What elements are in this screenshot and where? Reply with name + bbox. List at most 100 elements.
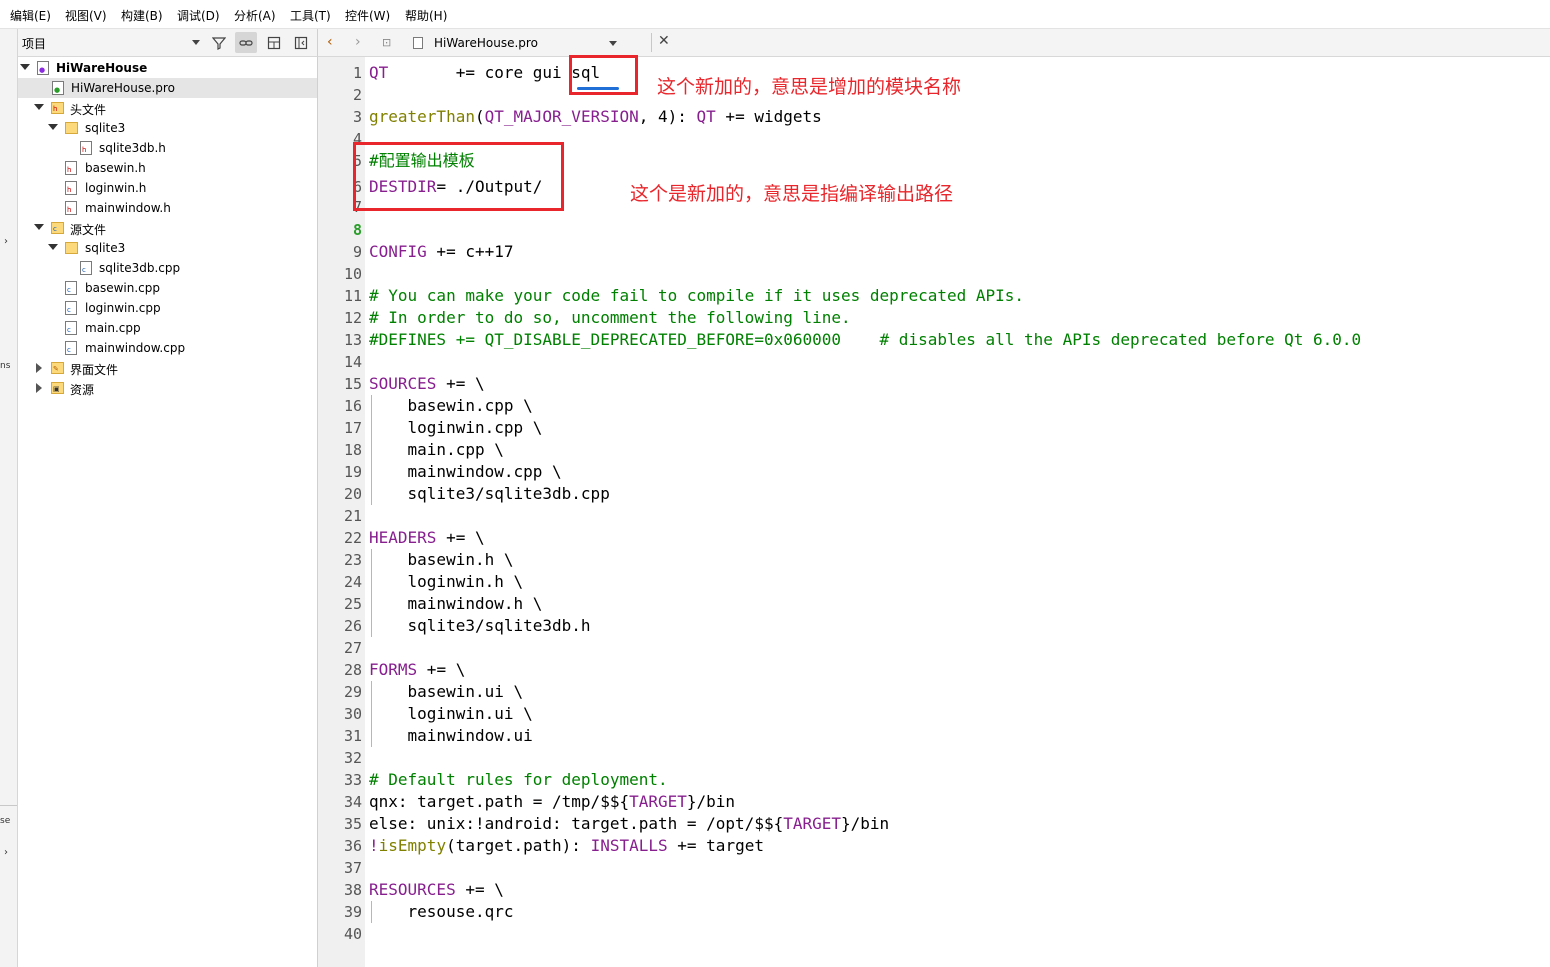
line-number[interactable]: 9 xyxy=(318,241,362,263)
tree-item-headers[interactable]: h 头文件 xyxy=(18,98,317,118)
close-sidebar-button[interactable] xyxy=(290,32,312,53)
tree-item-file[interactable]: c sqlite3db.cpp xyxy=(18,258,317,278)
line-number[interactable]: 32 xyxy=(318,747,362,769)
lock-icon[interactable]: ⊡ xyxy=(382,36,391,49)
line-number[interactable]: 21 xyxy=(318,505,362,527)
line-number[interactable]: 15 xyxy=(318,373,362,395)
chevron-down-icon[interactable] xyxy=(609,41,617,46)
split-button[interactable] xyxy=(263,32,285,53)
line-number[interactable]: 8 xyxy=(318,219,362,241)
code-line[interactable]: qnx: target.path = /tmp/$${TARGET}/bin xyxy=(369,791,735,813)
menu-debug[interactable]: 调试(D) xyxy=(177,7,220,24)
line-number[interactable]: 22 xyxy=(318,527,362,549)
code-line[interactable]: loginwin.ui \ xyxy=(369,703,533,725)
code-line[interactable]: SOURCES += \ xyxy=(369,373,485,395)
line-number[interactable]: 28 xyxy=(318,659,362,681)
line-number[interactable]: 2 xyxy=(318,84,362,106)
menu-tools[interactable]: 工具(T) xyxy=(290,7,331,24)
line-number[interactable]: 19 xyxy=(318,461,362,483)
sync-link-button[interactable] xyxy=(235,32,257,53)
line-number[interactable]: 27 xyxy=(318,637,362,659)
back-arrow-icon[interactable]: ‹ xyxy=(327,34,333,50)
chevron-down-icon[interactable] xyxy=(48,244,58,250)
line-number[interactable]: 18 xyxy=(318,439,362,461)
line-number[interactable]: 35 xyxy=(318,813,362,835)
line-number[interactable]: 25 xyxy=(318,593,362,615)
menu-view[interactable]: 视图(V) xyxy=(65,7,107,24)
line-number[interactable]: 36 xyxy=(318,835,362,857)
menu-analyze[interactable]: 分析(A) xyxy=(234,7,276,24)
line-number[interactable]: 23 xyxy=(318,549,362,571)
forward-arrow-icon[interactable]: › xyxy=(355,34,361,50)
tree-item-pro-file[interactable]: ● HiWareHouse.pro xyxy=(18,78,317,98)
mode-label-fragment[interactable]: se xyxy=(0,816,10,826)
project-view-selector[interactable]: 项目 xyxy=(18,29,204,56)
open-file-name[interactable]: HiWareHouse.pro xyxy=(434,36,538,50)
filter-button[interactable] xyxy=(208,32,230,53)
code-line[interactable]: #DEFINES += QT_DISABLE_DEPRECATED_BEFORE… xyxy=(369,329,1361,351)
menu-widgets[interactable]: 控件(W) xyxy=(345,7,390,24)
chevron-down-icon[interactable] xyxy=(34,224,44,230)
line-number[interactable]: 20 xyxy=(318,483,362,505)
line-number[interactable]: 3 xyxy=(318,106,362,128)
code-line[interactable]: resouse.qrc xyxy=(369,901,514,923)
tree-item-file[interactable]: c basewin.cpp xyxy=(18,278,317,298)
line-number[interactable]: 39 xyxy=(318,901,362,923)
line-number[interactable]: 13 xyxy=(318,329,362,351)
code-line[interactable]: mainwindow.cpp \ xyxy=(369,461,562,483)
chevron-right-icon[interactable] xyxy=(36,363,42,373)
close-icon[interactable]: ✕ xyxy=(658,33,670,49)
line-number[interactable]: 10 xyxy=(318,263,362,285)
expand-arrow-icon[interactable]: › xyxy=(4,847,8,858)
code-line[interactable]: # In order to do so, uncomment the follo… xyxy=(369,307,851,329)
code-line[interactable]: mainwindow.ui xyxy=(369,725,533,747)
tree-item-forms[interactable]: ✎ 界面文件 xyxy=(18,358,317,378)
line-number[interactable]: 24 xyxy=(318,571,362,593)
code-line[interactable]: loginwin.h \ xyxy=(369,571,524,593)
line-number[interactable]: 33 xyxy=(318,769,362,791)
code-line[interactable]: greaterThan(QT_MAJOR_VERSION, 4): QT += … xyxy=(369,106,822,128)
line-number[interactable]: 31 xyxy=(318,725,362,747)
code-line[interactable]: # You can make your code fail to compile… xyxy=(369,285,1024,307)
code-line[interactable]: basewin.ui \ xyxy=(369,681,524,703)
line-number[interactable]: 40 xyxy=(318,923,362,945)
tree-item-file[interactable]: c main.cpp xyxy=(18,318,317,338)
code-line[interactable]: FORMS += \ xyxy=(369,659,465,681)
chevron-down-icon[interactable] xyxy=(48,124,58,130)
menu-help[interactable]: 帮助(H) xyxy=(405,7,447,24)
code-line[interactable]: loginwin.cpp \ xyxy=(369,417,543,439)
line-number[interactable]: 17 xyxy=(318,417,362,439)
tree-item-folder[interactable]: sqlite3 xyxy=(18,118,317,138)
code-line[interactable]: QT += core gui sql xyxy=(369,62,600,84)
chevron-down-icon[interactable] xyxy=(34,104,44,110)
code-line[interactable]: HEADERS += \ xyxy=(369,527,485,549)
code-line[interactable]: basewin.cpp \ xyxy=(369,395,533,417)
code-line[interactable]: else: unix:!android: target.path = /opt/… xyxy=(369,813,889,835)
chevron-right-icon[interactable] xyxy=(36,383,42,393)
tree-item-file[interactable]: c mainwindow.cpp xyxy=(18,338,317,358)
line-number[interactable]: 26 xyxy=(318,615,362,637)
line-number[interactable]: 30 xyxy=(318,703,362,725)
menu-build[interactable]: 构建(B) xyxy=(121,7,163,24)
chevron-down-icon[interactable] xyxy=(20,64,30,70)
code-line[interactable]: CONFIG += c++17 xyxy=(369,241,514,263)
code-line[interactable]: main.cpp \ xyxy=(369,439,504,461)
tree-item-folder[interactable]: sqlite3 xyxy=(18,238,317,258)
line-number[interactable]: 1 xyxy=(318,62,362,84)
menu-edit[interactable]: 编辑(E) xyxy=(10,7,51,24)
mode-label-fragment[interactable]: ns xyxy=(0,361,10,371)
line-number[interactable]: 14 xyxy=(318,351,362,373)
code-line[interactable]: sqlite3/sqlite3db.cpp xyxy=(369,483,610,505)
tree-item-file[interactable]: h basewin.h xyxy=(18,158,317,178)
tree-item-resources[interactable]: ▣ 资源 xyxy=(18,378,317,398)
line-number[interactable]: 38 xyxy=(318,879,362,901)
code-line[interactable]: sqlite3/sqlite3db.h xyxy=(369,615,591,637)
line-number[interactable]: 11 xyxy=(318,285,362,307)
expand-arrow-icon[interactable]: › xyxy=(4,236,8,247)
line-number[interactable]: 12 xyxy=(318,307,362,329)
line-number[interactable]: 37 xyxy=(318,857,362,879)
tree-item-file[interactable]: h mainwindow.h xyxy=(18,198,317,218)
tree-item-project-root[interactable]: ● HiWareHouse xyxy=(18,58,317,78)
line-number[interactable]: 29 xyxy=(318,681,362,703)
code-line[interactable]: # Default rules for deployment. xyxy=(369,769,668,791)
